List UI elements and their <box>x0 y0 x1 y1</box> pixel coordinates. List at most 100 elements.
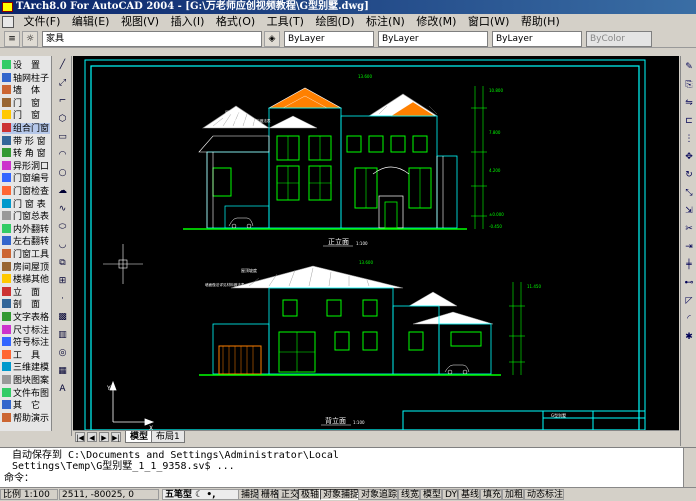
menu-format[interactable]: 格式(O) <box>212 14 259 30</box>
copy-icon[interactable]: ⎘ <box>682 78 696 92</box>
explode-icon[interactable]: ✱ <box>682 330 696 344</box>
sidebar-item-27[interactable]: 其 它 <box>2 400 50 411</box>
toggle-ortho[interactable]: 正交 <box>278 489 299 500</box>
circle-icon[interactable]: ○ <box>55 166 70 181</box>
extend-icon[interactable]: ⇥ <box>682 240 696 254</box>
make-block-icon[interactable]: ⊞ <box>55 274 70 289</box>
lineweight-select[interactable]: ByLayer <box>492 31 582 47</box>
join-icon[interactable]: ⊷ <box>682 276 696 290</box>
fillet-icon[interactable]: ◜ <box>682 312 696 326</box>
sidebar-item-21[interactable]: 尺寸标注 <box>2 324 50 336</box>
sidebar-item-17[interactable]: 楼梯其他 <box>2 274 50 285</box>
sidebar-item-13[interactable]: 内外翻转 <box>2 223 50 235</box>
sidebar-item-2[interactable]: 墙 体 <box>2 85 50 96</box>
tab-next-icon[interactable]: ▶ <box>99 432 109 442</box>
linetype-select[interactable]: ByLayer <box>378 31 488 47</box>
toggle-polar[interactable]: 极轴 <box>298 489 320 500</box>
sidebar-item-10[interactable]: 门窗检查 <box>2 186 50 197</box>
toggle-baseline[interactable]: 基线 <box>458 489 480 500</box>
sidebar-item-26[interactable]: 文件布图 <box>2 387 50 399</box>
mirror-icon[interactable]: ⇋ <box>682 96 696 110</box>
line-icon[interactable]: ╱ <box>55 58 70 73</box>
sidebar-item-15[interactable]: 门窗工具 <box>2 249 50 260</box>
toggle-dynamic-dim[interactable]: 动态标注 <box>524 489 564 500</box>
move-icon[interactable]: ✥ <box>682 150 696 164</box>
construction-line-icon[interactable]: ⤢ <box>55 76 70 91</box>
point-icon[interactable]: · <box>55 292 70 307</box>
insert-block-icon[interactable]: ⧉ <box>55 256 70 271</box>
sidebar-item-3[interactable]: 门 窗 <box>2 97 50 109</box>
chamfer-icon[interactable]: ◸ <box>682 294 696 308</box>
sidebar-item-0[interactable]: 设 置 <box>2 60 50 71</box>
region-icon[interactable]: ◎ <box>55 346 70 361</box>
rectangle-icon[interactable]: ▭ <box>55 130 70 145</box>
trim-icon[interactable]: ✂ <box>682 222 696 236</box>
sidebar-item-28[interactable]: 帮助演示 <box>2 412 50 424</box>
break-icon[interactable]: ╪ <box>682 258 696 272</box>
toggle-model[interactable]: 模型 <box>420 489 442 500</box>
sidebar-item-4[interactable]: 门 窗 <box>2 110 50 121</box>
polygon-icon[interactable]: ⬡ <box>55 112 70 127</box>
toggle-grid[interactable]: 栅格 <box>258 489 279 500</box>
layer-select[interactable]: 家具 <box>42 31 262 47</box>
document-icon[interactable] <box>2 16 14 28</box>
sidebar-item-7[interactable]: 转 角 窗 <box>2 148 50 159</box>
sidebar-item-23[interactable]: 工 具 <box>2 349 50 361</box>
scale-selector[interactable]: 比例 1:100 <box>0 489 58 500</box>
tab-layout1[interactable]: 布局1 <box>151 431 185 443</box>
arc-icon[interactable]: ◠ <box>55 148 70 163</box>
sidebar-item-8[interactable]: 异形洞口 <box>2 160 50 172</box>
sidebar-item-9[interactable]: 门窗编号 <box>2 173 50 184</box>
menu-draw[interactable]: 绘图(D) <box>311 14 358 30</box>
sidebar-item-5[interactable]: 组合门窗 <box>2 123 50 134</box>
polyline-icon[interactable]: ⌐ <box>55 94 70 109</box>
hatch-icon[interactable]: ▩ <box>55 310 70 325</box>
sidebar-item-24[interactable]: 三维建模 <box>2 362 50 373</box>
menu-dimension[interactable]: 标注(N) <box>362 14 409 30</box>
sidebar-item-16[interactable]: 房间屋顶 <box>2 261 50 273</box>
tab-last-icon[interactable]: ▶| <box>111 432 121 442</box>
rotate-icon[interactable]: ↻ <box>682 168 696 182</box>
command-scrollbar[interactable] <box>683 448 696 488</box>
tab-model[interactable]: 模型 <box>125 431 154 443</box>
spline-icon[interactable]: ∿ <box>55 202 70 217</box>
menu-modify[interactable]: 修改(M) <box>412 14 460 30</box>
sidebar-item-25[interactable]: 图块图案 <box>2 375 50 386</box>
menu-tools[interactable]: 工具(T) <box>263 14 308 30</box>
toggle-fill[interactable]: 填充 <box>480 489 502 500</box>
menu-window[interactable]: 窗口(W) <box>464 14 513 30</box>
menu-insert[interactable]: 插入(I) <box>167 14 209 30</box>
sidebar-item-11[interactable]: 门 窗 表 <box>2 198 50 210</box>
mtext-icon[interactable]: A <box>55 382 70 397</box>
toggle-osnap[interactable]: 对象捕捉 <box>320 489 359 500</box>
sidebar-item-1[interactable]: 轴网柱子 <box>2 72 50 84</box>
toggle-lineweight[interactable]: 线宽 <box>398 489 420 500</box>
menu-view[interactable]: 视图(V) <box>117 14 163 30</box>
plotstyle-select[interactable]: ByColor <box>586 31 652 47</box>
stretch-icon[interactable]: ⇲ <box>682 204 696 218</box>
scale-icon[interactable]: ⤡ <box>682 186 696 200</box>
sidebar-item-12[interactable]: 门窗总表 <box>2 211 50 222</box>
ellipse-arc-icon[interactable]: ◡ <box>55 238 70 253</box>
tab-prev-icon[interactable]: ◀ <box>87 432 97 442</box>
sidebar-item-18[interactable]: 立 面 <box>2 286 50 298</box>
sidebar-item-6[interactable]: 带 形 窗 <box>2 135 50 147</box>
menu-help[interactable]: 帮助(H) <box>517 14 564 30</box>
gradient-icon[interactable]: ▥ <box>55 328 70 343</box>
toggle-otrack[interactable]: 对象追踪 <box>358 489 398 500</box>
revcloud-icon[interactable]: ☁ <box>55 184 70 199</box>
command-prompt[interactable]: 命令： <box>4 473 34 485</box>
sidebar-item-19[interactable]: 剖 面 <box>2 299 50 310</box>
sidebar-item-22[interactable]: 符号标注 <box>2 337 50 348</box>
array-icon[interactable]: ⋮ <box>682 132 696 146</box>
make-current-icon[interactable]: ◈ <box>264 31 280 47</box>
toggle-dyn[interactable]: DYN <box>442 489 464 500</box>
tab-first-icon[interactable]: |◀ <box>75 432 85 442</box>
layer-state-icon[interactable]: ☼ <box>22 31 38 47</box>
toggle-snap[interactable]: 捕捉 <box>238 489 259 500</box>
layer-manager-icon[interactable]: ≡ <box>4 31 20 47</box>
sidebar-item-14[interactable]: 左右翻转 <box>2 236 50 247</box>
menu-file[interactable]: 文件(F) <box>20 14 65 30</box>
drawing-canvas[interactable]: G型别墅 屋顶坡度 墙面做法详见材料做法表 13.600 正立面 1:100 1… <box>73 56 679 430</box>
ellipse-icon[interactable]: ⬭ <box>55 220 70 235</box>
